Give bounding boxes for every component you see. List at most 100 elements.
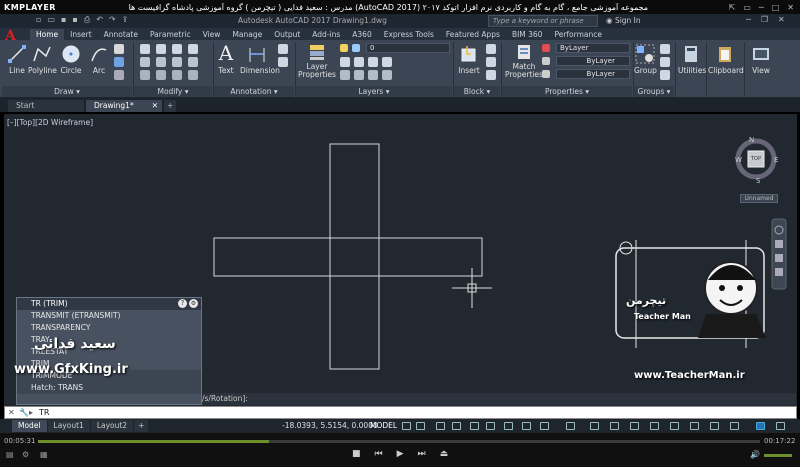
play-icon[interactable]: ▶ xyxy=(397,449,404,459)
settings-icon[interactable]: ⚙ xyxy=(22,450,29,459)
draw-panel-title[interactable]: Draw ▾ xyxy=(2,86,132,97)
arc-button[interactable]: Arc xyxy=(88,44,110,75)
add-layout-button[interactable]: + xyxy=(134,420,149,432)
units-icon[interactable] xyxy=(630,422,639,430)
dimension-button[interactable]: Dimension xyxy=(240,44,280,75)
recent-commands-icon[interactable]: ▸ xyxy=(29,407,33,418)
lineweight-dropdown[interactable]: ByLayer xyxy=(556,56,630,66)
view-button[interactable]: View xyxy=(750,44,772,75)
copy-icon[interactable] xyxy=(140,57,150,67)
stop-icon[interactable]: ■ xyxy=(352,449,361,459)
hatch-icon[interactable] xyxy=(114,57,124,67)
tab-layout2[interactable]: Layout2 xyxy=(90,420,134,432)
match-properties-button[interactable]: Match Properties xyxy=(504,43,544,79)
layer-dropdown[interactable]: 0 xyxy=(366,43,450,53)
layer-tool-icon[interactable] xyxy=(354,57,364,67)
snap-icon[interactable] xyxy=(416,422,425,430)
compass-e[interactable]: E xyxy=(774,156,778,164)
compass-s[interactable]: S xyxy=(756,177,760,185)
gradient-icon[interactable] xyxy=(114,70,124,80)
insert-button[interactable]: Insert xyxy=(456,44,482,75)
undo-icon[interactable]: ↶ xyxy=(96,15,103,25)
color-swatch-icon[interactable] xyxy=(542,44,550,52)
create-block-icon[interactable] xyxy=(486,44,496,54)
tab-bim-360[interactable]: BIM 360 xyxy=(506,29,549,40)
polyline-button[interactable]: Polyline xyxy=(28,44,57,75)
edit-block-icon[interactable] xyxy=(486,57,496,67)
explode-icon[interactable] xyxy=(188,57,198,67)
utilities-button[interactable]: Utilities xyxy=(678,44,706,75)
tab-drawing1[interactable]: Drawing1* ✕ xyxy=(86,100,162,112)
volume-icon[interactable]: 🔊 xyxy=(750,450,760,459)
tab-home[interactable]: Home xyxy=(30,29,65,40)
tab-featured-apps[interactable]: Featured Apps xyxy=(440,29,506,40)
layer-tool-icon[interactable] xyxy=(368,70,378,80)
mini-mode-icon[interactable]: ▭ xyxy=(743,3,751,12)
command-input[interactable]: TR xyxy=(39,407,49,418)
isolate-objects-icon[interactable] xyxy=(690,422,699,430)
linetype-icon[interactable] xyxy=(542,70,550,78)
osnap-icon[interactable] xyxy=(486,422,495,430)
hardware-accel-icon[interactable] xyxy=(710,422,719,430)
annotation-panel-title[interactable]: Annotation ▾ xyxy=(214,86,294,97)
viewcube-top-face[interactable]: TOP xyxy=(748,156,764,162)
layer-tool-icon[interactable] xyxy=(382,70,392,80)
mirror-icon[interactable] xyxy=(156,57,166,67)
group-button[interactable]: Group xyxy=(634,44,657,75)
isodraft-icon[interactable] xyxy=(470,422,479,430)
table-icon[interactable] xyxy=(278,57,288,67)
customization-icon[interactable] xyxy=(756,422,765,430)
restore-icon[interactable]: ❐ xyxy=(761,15,768,24)
new-tab-button[interactable]: + xyxy=(164,100,176,112)
trim-icon[interactable] xyxy=(172,44,182,54)
offset-icon[interactable] xyxy=(188,70,198,80)
tab-model[interactable]: Model xyxy=(12,420,47,432)
model-space-toggle[interactable]: MODEL xyxy=(370,421,397,430)
rotate-icon[interactable] xyxy=(156,44,166,54)
tab-parametric[interactable]: Parametric xyxy=(144,29,197,40)
compass-w[interactable]: W xyxy=(735,156,742,164)
group-select-icon[interactable] xyxy=(660,70,670,80)
grid-icon[interactable] xyxy=(402,422,411,430)
save-icon[interactable]: ▪ xyxy=(61,15,66,25)
color-dropdown[interactable]: ByLayer xyxy=(556,43,630,53)
erase-icon[interactable] xyxy=(188,44,198,54)
seek-bar[interactable] xyxy=(38,440,760,443)
ortho-icon[interactable] xyxy=(436,422,445,430)
layer-tool-icon[interactable] xyxy=(368,57,378,67)
fillet-icon[interactable] xyxy=(172,57,182,67)
line-button[interactable]: Line xyxy=(6,44,28,75)
tab-manage[interactable]: Manage xyxy=(226,29,268,40)
customize-icon[interactable]: 🔧 xyxy=(19,407,29,418)
palette-item[interactable]: TRANSMIT (ETRANSMIT) xyxy=(17,310,201,322)
palette-item[interactable]: TRANSPARENCY xyxy=(17,322,201,334)
workspace-icon[interactable] xyxy=(590,422,599,430)
eject-icon[interactable]: ⏏ xyxy=(440,449,449,459)
circle-button[interactable]: Circle xyxy=(60,44,82,75)
compass-n[interactable]: N xyxy=(749,136,754,144)
tab-annotate[interactable]: Annotate xyxy=(98,29,144,40)
text-button[interactable]: A Text xyxy=(216,42,236,75)
pin-icon[interactable]: ⇱ xyxy=(729,3,736,12)
open-file-icon[interactable]: ▭ xyxy=(47,15,55,25)
settings-icon[interactable]: ⚙ xyxy=(189,299,198,308)
properties-panel-title[interactable]: Properties ▾ xyxy=(502,86,632,97)
polar-icon[interactable] xyxy=(452,422,461,430)
tab-add-ins[interactable]: Add-ins xyxy=(306,29,346,40)
attribute-icon[interactable] xyxy=(486,70,496,80)
new-file-icon[interactable]: ▫ xyxy=(36,15,41,25)
tab-output[interactable]: Output xyxy=(268,29,306,40)
palette-item[interactable]: Hatch: TRANS xyxy=(17,382,201,394)
group-edit-icon[interactable] xyxy=(660,57,670,67)
object-track-icon[interactable] xyxy=(504,422,513,430)
linetype-dropdown[interactable]: ByLayer xyxy=(556,69,630,79)
wcs-menu[interactable]: Unnamed xyxy=(740,194,778,203)
annotation-monitor-icon[interactable] xyxy=(610,422,619,430)
transparency-toggle-icon[interactable] xyxy=(540,422,549,430)
quick-properties-icon[interactable] xyxy=(650,422,659,430)
tab-a360[interactable]: A360 xyxy=(346,29,377,40)
scale-icon[interactable] xyxy=(156,70,166,80)
leader-icon[interactable] xyxy=(278,44,288,54)
stretch-icon[interactable] xyxy=(140,70,150,80)
freeze-icon[interactable] xyxy=(352,44,360,52)
